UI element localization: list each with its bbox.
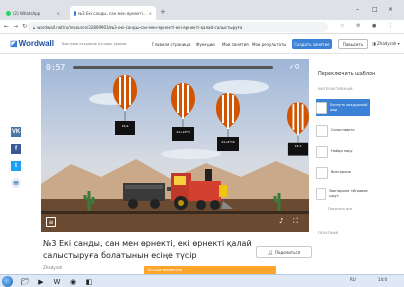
facebook-share-button[interactable]: f [11,144,21,154]
extension-icon[interactable]: ⚙ [356,23,360,29]
nav-my-results[interactable]: Мои результаты [252,42,286,47]
close-tab-icon[interactable]: × [57,11,60,16]
balloon-label: 16-6 [121,124,129,128]
template-quiz[interactable]: Викторина [316,164,370,181]
tab-wordwall[interactable]: №3 Екі санды, сан мен өрнекті... × [70,6,156,20]
minimize-icon[interactable]: – [356,6,359,13]
menu-icon[interactable]: ⋮ [388,23,393,29]
template-gameshow-quiz[interactable]: Викторина «Игровое шоу» [316,185,370,202]
explorer-icon[interactable]: 📁︎ [18,276,32,287]
maximize-icon[interactable]: □ [372,6,378,13]
share-icon: 👤︎ [267,249,273,255]
url-field[interactable]: 🔒︎ wordwall.net/ru/resource/32809903/№3-… [28,22,328,32]
balloon-label: 24+8*16 [221,140,235,144]
game-timer: 0:57 [46,63,66,72]
clock[interactable]: 14:0 [378,277,387,282]
wordwall-logo[interactable]: ◪Wordwall [10,39,54,48]
media-player-icon[interactable]: ▶ [34,276,48,287]
match-up-icon [316,124,328,137]
app-icon[interactable]: ◧ [82,276,96,287]
template-match-up[interactable]: Сопоставить [316,122,370,139]
taskbar: 📁︎ ▶ W ◉ ◧ RU 14:0 [0,274,404,287]
tab-whatsapp[interactable]: (2) WhatsApp × [2,6,64,20]
nav-my-activities[interactable]: Мои занятия [222,42,249,47]
whatsapp-icon [6,10,11,16]
quiz-icon [316,166,328,179]
sound-icon[interactable]: ♪ [279,217,283,225]
lock-icon: 🔒︎ [33,24,36,30]
show-all-link[interactable]: Показать все [328,207,352,211]
balloon[interactable] [113,75,137,157]
balloon-label: 24+18*3 [176,130,190,134]
share-button[interactable]: 👤︎ Поделиться [256,246,312,258]
menu-icon[interactable]: ≡ [46,217,56,227]
template-find-match[interactable]: Найди пару [316,143,370,160]
start-button[interactable] [2,276,13,287]
upgrade-button[interactable]: Повысить [338,39,368,49]
close-tab-icon[interactable]: × [149,11,152,16]
reload-icon[interactable]: ↻ [22,23,27,30]
language-indicator[interactable]: RU [350,277,356,282]
author-name[interactable]: Zhadyrah [43,265,62,270]
find-match-icon [316,145,328,158]
vk-share-button[interactable]: VK [11,127,21,137]
user-name: Zhadyrah [377,41,397,46]
fullscreen-icon[interactable]: ⛶ [293,217,298,226]
share-label: Поделиться [274,249,301,255]
browser-tab-bar: (2) WhatsApp × №3 Екі санды, сан мен өрн… [0,0,404,20]
template-balloon-pop[interactable]: Лопнуть воздушный шар [316,99,370,116]
balloon[interactable] [216,93,240,175]
user-avatar-icon: ◨ [372,41,376,46]
time-progress-bar [73,66,273,69]
tab-label: №3 Екі санды, сан мен өрнекті... [77,10,147,16]
gameshow-quiz-icon [316,187,327,200]
chrome-icon[interactable]: ◉ [66,276,80,287]
address-bar-row: ← → ↻ 🔒︎ wordwall.net/ru/resource/328099… [0,20,404,34]
email-share-button[interactable]: ✉ [11,178,21,188]
page-title: №3 Екі санды, сан мен өрнекті, екі өрнек… [43,239,252,260]
bookmark-star-icon[interactable]: ☆ [340,23,344,29]
nav-home[interactable]: Главная страница [152,42,190,47]
new-tab-icon[interactable]: + [160,8,166,16]
wordwall-tab-icon [74,10,76,16]
template-panel: Переключить шаблон ИНТЕРАКТИВНЫЙ Лопнуть… [312,59,404,287]
forward-icon[interactable]: → [13,23,18,30]
nav-features[interactable]: Функции [196,42,215,47]
wordwall-logo-icon: ◪ [10,39,18,48]
user-menu[interactable]: ◨ Zhadyrah ▾ [372,41,400,46]
balloon[interactable] [171,83,195,165]
site-tagline: Быстрое создание лучших уроков [62,42,127,46]
balloon-pop-icon [316,101,327,114]
tab-label: (2) WhatsApp [13,10,41,16]
twitter-share-button[interactable]: t [11,161,21,171]
promo-banner[interactable]: Больше форматов [144,266,276,274]
switch-template-title: Переключить шаблон [318,71,376,77]
game-area[interactable]: 16-6 24+18*3 24+8*16 16-3 0:57 ✓0 ≡ ♪ ⛶ [41,59,309,232]
url-text: wordwall.net/ru/resource/32809903/№3-екі… [37,24,243,30]
balloon[interactable] [287,99,309,181]
printable-section-label: ПЕЧАТНЫЙ [318,231,339,235]
back-icon[interactable]: ← [4,23,9,30]
profile-icon[interactable]: ● [372,23,376,29]
site-header: ◪Wordwall Быстрое создание лучших уроков… [0,34,404,54]
balloon-label: 16-3 [294,144,302,148]
game-score: ✓0 [289,63,300,71]
chevron-down-icon: ▾ [397,41,400,46]
interactive-section-label: ИНТЕРАКТИВНЫЙ [318,87,353,91]
create-activity-button[interactable]: Создать занятие [292,39,332,49]
close-window-icon[interactable]: × [388,6,393,13]
word-icon[interactable]: W [50,276,64,287]
